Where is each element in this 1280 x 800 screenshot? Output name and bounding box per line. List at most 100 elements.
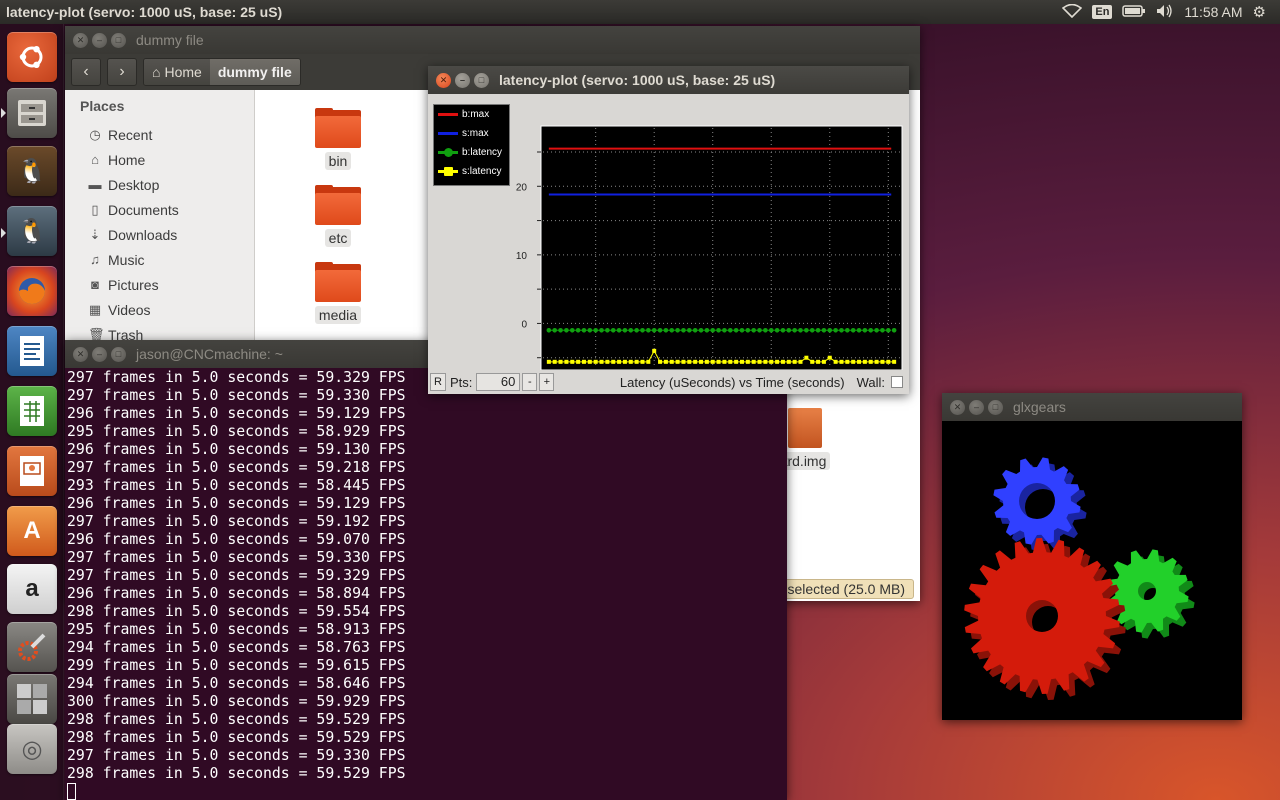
wall-checkbox[interactable] (891, 376, 903, 388)
forward-button[interactable]: › (107, 58, 137, 86)
folder-item[interactable]: bin (298, 108, 378, 170)
sidebar-item-documents[interactable]: ▯ Documents (80, 197, 254, 222)
terminal-line: 298 frames in 5.0 seconds = 59.529 FPS (67, 765, 406, 782)
maximize-button[interactable]: □ (111, 346, 126, 362)
file-cabinet-icon (18, 100, 46, 126)
series-s-latency-point (827, 355, 832, 360)
terminal-line: 298 frames in 5.0 seconds = 59.554 FPS (67, 603, 406, 620)
back-button[interactable]: ‹ (71, 58, 101, 86)
workspaces-launcher-button[interactable] (7, 674, 57, 724)
shopping-bag-icon: A (23, 517, 41, 544)
series-b-latency-point (839, 327, 844, 333)
points-input[interactable]: 60 (476, 373, 521, 391)
series-b-latency-point (616, 327, 622, 333)
series-s-latency-point (780, 359, 785, 364)
close-button[interactable]: ✕ (73, 32, 88, 48)
series-b-latency-point (704, 327, 710, 333)
series-s-latency-point (710, 359, 715, 364)
impress-launcher-button[interactable] (7, 446, 57, 496)
series-s-latency-point (628, 359, 633, 364)
series-b-latency-point (640, 327, 645, 333)
series-b-latency-point (780, 327, 786, 333)
minimize-button[interactable]: – (455, 72, 470, 88)
linuxcnc-launcher-button[interactable]: 🐧 (7, 146, 57, 196)
minimize-button[interactable]: – (969, 399, 984, 415)
linuxcnc-latency-launcher-button[interactable]: 🐧 (7, 206, 57, 256)
series-s-latency-point (775, 359, 780, 364)
battery-icon[interactable] (1122, 4, 1146, 21)
series-b-latency-point (722, 327, 727, 333)
indicator-area: En 11:58 AM ⚙ (1062, 3, 1280, 21)
maximize-button[interactable]: □ (111, 32, 126, 48)
writer-launcher-button[interactable] (7, 326, 57, 376)
calc-launcher-button[interactable] (7, 386, 57, 436)
disk-launcher-button[interactable]: ◎ (7, 724, 57, 774)
terminal-window: ✕ – □ jason@CNCmachine: ~ 297 frames in … (65, 340, 787, 800)
terminal-line: 298 frames in 5.0 seconds = 59.529 FPS (67, 729, 406, 746)
latency-plot-titlebar[interactable]: ✕ – □ latency-plot (servo: 1000 uS, base… (428, 66, 909, 94)
file-manager-titlebar[interactable]: ✕ – □ dummy file (65, 26, 920, 54)
files-launcher-button[interactable] (7, 88, 57, 138)
close-button[interactable]: ✕ (73, 346, 88, 362)
series-b-latency-point (891, 327, 897, 333)
increase-points-button[interactable]: + (539, 373, 555, 391)
sidebar-item-desktop[interactable]: ▬ Desktop (80, 172, 254, 197)
breadcrumb-current[interactable]: dummy file (209, 59, 300, 85)
glxgears-titlebar[interactable]: ✕ – □ glxgears (942, 393, 1242, 421)
close-button[interactable]: ✕ (950, 399, 965, 415)
legend-item: b:latency (434, 143, 509, 162)
music-icon: ♫ (90, 252, 100, 267)
minimize-button[interactable]: – (92, 346, 107, 362)
software-center-launcher-button[interactable]: A (7, 506, 57, 556)
terminal-output[interactable]: 297 frames in 5.0 seconds = 59.329 FPS 29… (65, 368, 787, 800)
series-b-latency-point (809, 327, 815, 333)
folder-item[interactable]: etc (298, 185, 378, 247)
clock[interactable]: 11:58 AM (1184, 4, 1242, 20)
workspaces-icon (17, 684, 47, 714)
series-s-latency-point (839, 359, 844, 364)
folder-item[interactable]: media (298, 262, 378, 324)
firefox-launcher-button[interactable] (7, 266, 57, 316)
series-s-latency-point (570, 359, 575, 364)
amazon-launcher-button[interactable]: a (7, 564, 57, 614)
minimize-button[interactable]: – (92, 32, 107, 48)
window-title: latency-plot (servo: 1000 uS, base: 25 u… (499, 72, 776, 88)
film-icon: ▦ (88, 301, 102, 317)
series-s-latency-point (669, 359, 674, 364)
breadcrumb-home[interactable]: ⌂ Home (144, 59, 210, 85)
series-b-latency-point (792, 327, 797, 333)
maximize-button[interactable]: □ (988, 399, 1003, 415)
folder-icon (315, 185, 361, 225)
close-button[interactable]: ✕ (436, 72, 451, 88)
series-b-latency-point (804, 327, 809, 333)
sidebar-item-recent[interactable]: ◷ Recent (80, 122, 254, 147)
sidebar-item-downloads[interactable]: ⇣ Downloads (80, 222, 254, 247)
series-s-latency-point (792, 359, 797, 364)
series-s-latency-point (851, 359, 856, 364)
series-b-latency-point (646, 327, 651, 333)
series-b-latency-point (880, 327, 885, 333)
glxgears-window: ✕ – □ glxgears (942, 393, 1242, 720)
maximize-button[interactable]: □ (474, 72, 489, 88)
legend-swatch (438, 167, 458, 176)
volume-icon[interactable] (1156, 4, 1174, 21)
tux-icon: 🐧 (17, 217, 47, 245)
wifi-icon[interactable] (1062, 3, 1083, 21)
sidebar-item-home[interactable]: ⌂ Home (80, 147, 254, 172)
keyboard-language-indicator[interactable]: En (1092, 5, 1113, 19)
sidebar-item-videos[interactable]: ▦ Videos (80, 297, 254, 322)
system-settings-launcher-button[interactable] (7, 622, 57, 672)
chevron-right-icon: › (119, 63, 125, 80)
series-b-latency-point (669, 327, 675, 333)
ubuntu-dash-button[interactable] (7, 32, 57, 82)
series-s-latency-point (693, 359, 698, 364)
terminal-line: 297 frames in 5.0 seconds = 59.330 FPS (67, 747, 406, 764)
reset-button[interactable]: R (430, 373, 446, 391)
sidebar-item-music[interactable]: ♫ Music (80, 247, 254, 272)
decrease-points-button[interactable]: - (522, 373, 538, 391)
sidebar-item-pictures[interactable]: ◙ Pictures (80, 272, 254, 297)
terminal-line: 297 frames in 5.0 seconds = 59.330 FPS (67, 549, 406, 566)
series-b-latency-point (845, 327, 850, 333)
gear-icon[interactable]: ⚙ (1253, 3, 1266, 21)
series-s-latency-point (798, 359, 803, 364)
